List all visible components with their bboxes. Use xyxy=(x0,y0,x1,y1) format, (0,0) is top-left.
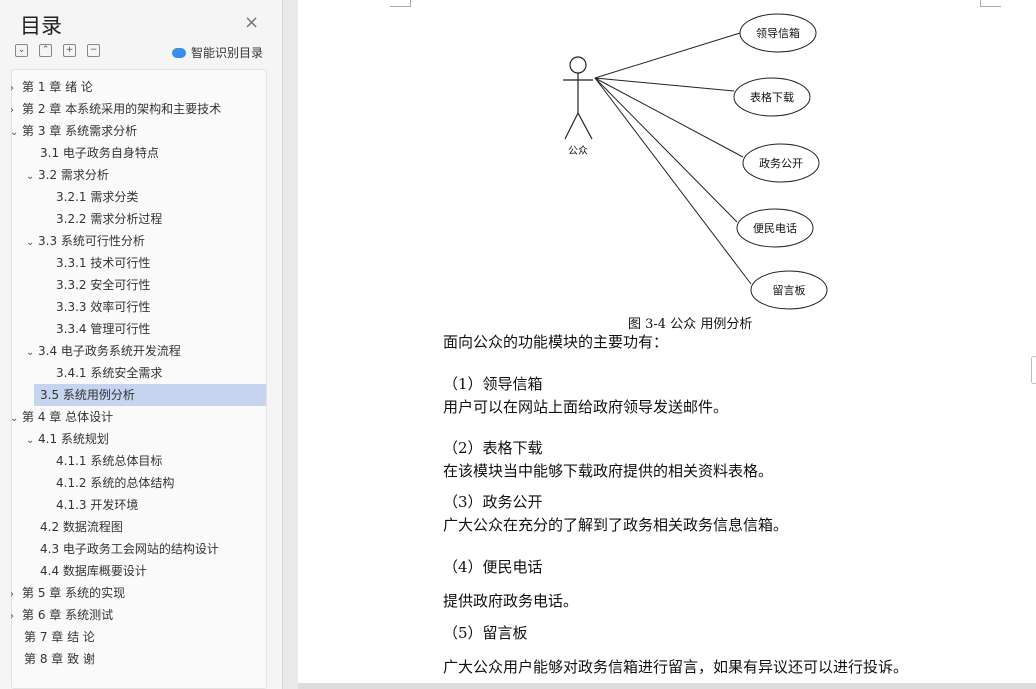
section-heading: （5）留言板 xyxy=(443,624,528,642)
actor-left-leg xyxy=(564,112,579,140)
paragraph: 广大公众用户能够对政务信箱进行留言，如果有异议还可以进行投诉。 xyxy=(443,658,909,676)
association-line xyxy=(594,77,738,223)
toc-item[interactable]: 4.2 数据流程图 xyxy=(40,516,123,538)
side-scroll-handle[interactable] xyxy=(1031,356,1036,384)
section-heading: （4）便民电话 xyxy=(443,558,543,576)
toc-item-label: 第 4 章 总体设计 xyxy=(22,410,114,424)
toc-item[interactable]: 4.1.1 系统总体目标 xyxy=(56,450,162,472)
toc-item-label: 第 5 章 系统的实现 xyxy=(22,586,126,600)
toc-item-label: 4.1.2 系统的总体结构 xyxy=(56,476,175,490)
toc-item[interactable]: 4.1.2 系统的总体结构 xyxy=(56,472,174,494)
toc-item[interactable]: 4.4 数据库概要设计 xyxy=(40,560,147,582)
figure-caption: 图 3-4 公众 用例分析 xyxy=(628,317,753,332)
toc-item[interactable]: 第 8 章 致 谢 xyxy=(24,648,95,670)
chevron-right-icon[interactable]: › xyxy=(10,606,22,628)
chevron-right-icon[interactable]: › xyxy=(10,584,22,606)
toc-item-label: 4.2 数据流程图 xyxy=(40,520,123,534)
toc-item[interactable]: 第 7 章 结 论 xyxy=(24,626,95,648)
use-case-diagram: 公众 领导信箱表格下载政务公开便民电话留言板 xyxy=(563,13,828,310)
toc-item-label: 4.4 数据库概要设计 xyxy=(40,564,147,578)
toc-item-label: 第 7 章 结 论 xyxy=(24,630,95,644)
toc-item-label: 4.1.3 开发环境 xyxy=(56,498,139,512)
association-line xyxy=(594,32,741,79)
toc-item-label: 4.1.1 系统总体目标 xyxy=(56,454,163,468)
toc-item-label: 第 6 章 系统测试 xyxy=(22,608,114,622)
chevron-down-icon[interactable]: ⌄ xyxy=(10,408,22,430)
actor-label: 公众 xyxy=(568,145,588,157)
toc-item-label: 3.5 系统用例分析 xyxy=(40,388,135,402)
use-case-label: 便民电话 xyxy=(753,222,797,235)
toc-item-label: 4.1 系统规划 xyxy=(38,432,109,446)
use-case-group: 领导信箱表格下载政务公开便民电话留言板 xyxy=(594,13,828,310)
use-case-label: 政务公开 xyxy=(759,156,803,170)
paragraph: 广大公众在充分的了解到了政务相关政务信息信箱。 xyxy=(443,516,789,534)
toc-item[interactable]: › 第 5 章 系统的实现 xyxy=(10,582,125,604)
section-heading: （2）表格下载 xyxy=(443,439,543,457)
use-case-label: 留言板 xyxy=(773,283,806,297)
paragraph: 提供政府政务电话。 xyxy=(443,592,579,610)
chevron-down-icon[interactable]: ⌄ xyxy=(26,342,38,364)
toc-item[interactable]: 4.3 电子政务工会网站的结构设计 xyxy=(40,538,219,560)
toc-item-label: 第 8 章 致 谢 xyxy=(24,652,95,666)
toc-item[interactable]: 4.1.3 开发环境 xyxy=(56,494,138,516)
use-case-label: 表格下载 xyxy=(750,90,794,104)
actor-figure xyxy=(563,56,593,140)
paragraph: 用户可以在网站上面给政府领导发送邮件。 xyxy=(443,398,729,416)
toc-item-selected[interactable]: 3.5 系统用例分析 xyxy=(34,384,266,406)
chevron-down-icon[interactable]: ⌄ xyxy=(26,430,38,452)
section-heading: （1）领导信箱 xyxy=(443,375,543,393)
paragraph: 面向公众的功能模块的主要功有： xyxy=(443,333,669,351)
toc-item[interactable]: ⌄ 4.1 系统规划 xyxy=(26,428,109,450)
toc-item[interactable]: › 第 6 章 系统测试 xyxy=(10,604,113,626)
toc-item-label: 3.4.1 系统安全需求 xyxy=(56,366,163,380)
actor-right-leg xyxy=(577,112,593,140)
toc-item-label: 3.4 电子政务系统开发流程 xyxy=(38,344,181,358)
section-heading: （3）政务公开 xyxy=(443,493,543,511)
toc-item[interactable]: ⌄ 3.4 电子政务系统开发流程 xyxy=(26,340,181,362)
actor-head xyxy=(569,56,587,74)
toc-item-label: 4.3 电子政务工会网站的结构设计 xyxy=(40,542,219,556)
toc-item[interactable]: 3.4.1 系统安全需求 xyxy=(56,362,162,384)
horizontal-scrollbar[interactable] xyxy=(298,683,1036,689)
association-line xyxy=(594,77,752,285)
paragraph: 在该模块当中能够下载政府提供的相关资料表格。 xyxy=(443,462,774,480)
use-case-label: 领导信箱 xyxy=(756,26,800,40)
toc-item[interactable]: ⌄ 第 4 章 总体设计 xyxy=(10,406,113,428)
